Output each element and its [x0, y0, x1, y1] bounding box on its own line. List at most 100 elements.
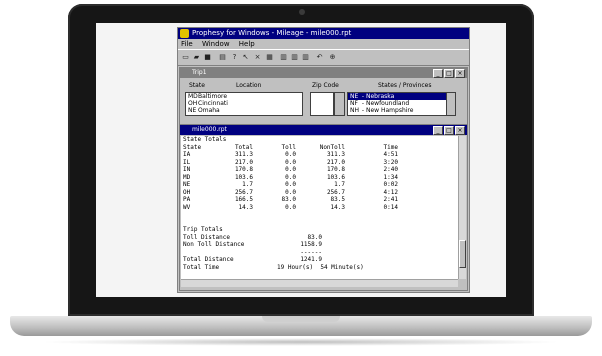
app-window: Prophesy for Windows - Mileage - mile000… — [177, 27, 470, 293]
col-total: Total — [234, 143, 253, 151]
cascade-icon[interactable]: ▥ — [290, 53, 299, 61]
table-row: IL 217.0 0.0 217.0 3:20 — [181, 159, 458, 167]
cell-nontoll: 1.7 — [334, 181, 345, 188]
cell-time: 3:20 — [383, 158, 398, 166]
help-icon[interactable]: ? — [230, 53, 239, 61]
print-icon[interactable]: ▤ — [218, 53, 227, 61]
trip-titlebar[interactable]: Trip1 _ □ × — [180, 68, 467, 78]
separator: ------ — [300, 248, 322, 256]
stops-list[interactable]: MDBaltimore OHCincinnati NE Omaha — [185, 92, 303, 116]
report-titlebar[interactable]: mile000.rpt _ □ × — [180, 125, 467, 135]
menu-window[interactable]: Window — [202, 40, 230, 48]
col-state: State — [183, 143, 202, 151]
menu-bar: File Window Help — [178, 39, 469, 49]
report-window: mile000.rpt _ □ × State Totals State Tot… — [179, 124, 468, 291]
arrange-icon[interactable]: ▥ — [301, 53, 310, 61]
save-icon[interactable]: ■ — [203, 53, 212, 61]
cell-state: IA — [183, 151, 191, 158]
report-close-button[interactable]: × — [455, 126, 465, 135]
table-row: MD 103.6 0.0 103.6 1:34 — [181, 174, 458, 182]
cell-total: 103.6 — [234, 173, 253, 181]
stop-location: Baltimore — [198, 93, 228, 100]
table-row: IN 170.8 0.0 170.8 2:40 — [181, 166, 458, 174]
zip-list[interactable] — [310, 92, 334, 116]
total-distance-value: 1241.9 — [300, 256, 322, 263]
laptop-base-notch — [262, 316, 340, 322]
menu-help[interactable]: Help — [239, 40, 255, 48]
trip-close-button[interactable]: × — [455, 69, 465, 78]
cell-total: 256.7 — [234, 188, 253, 196]
stop-location: Cincinnati — [198, 100, 228, 107]
laptop-shadow — [40, 338, 562, 346]
report-vertical-scrollbar[interactable] — [458, 136, 466, 279]
header-states-provinces: States / Provinces — [378, 82, 432, 89]
trip-maximize-button[interactable]: □ — [444, 69, 454, 78]
new-icon[interactable]: ▭ — [181, 53, 190, 61]
report-title: mile000.rpt — [192, 126, 227, 133]
tile-icon[interactable]: ▥ — [279, 53, 288, 61]
report-maximize-button[interactable]: □ — [444, 126, 454, 135]
cell-total: 217.0 — [234, 158, 253, 166]
close-icon[interactable]: × — [253, 53, 262, 61]
table-row: PA 166.5 83.0 83.5 2:41 — [181, 196, 458, 204]
grid-icon[interactable]: ▦ — [265, 53, 274, 61]
header-zip: Zip Code — [312, 82, 339, 89]
cell-state: IL — [183, 158, 191, 166]
menu-file[interactable]: File — [181, 40, 193, 48]
app-title: Prophesy for Windows - Mileage - mile000… — [192, 29, 352, 37]
cell-time: 4:12 — [383, 188, 398, 196]
trip-window: Trip1 _ □ × State Location Zip Code Stat… — [179, 67, 468, 126]
cell-time: 4:51 — [383, 151, 398, 158]
list-item[interactable]: NE Omaha — [186, 107, 302, 114]
trip-minimize-button[interactable]: _ — [433, 69, 443, 78]
cell-total: 166.5 — [234, 196, 253, 203]
route-icon[interactable]: ↶ — [315, 53, 324, 61]
cell-state: PA — [183, 196, 191, 203]
list-item[interactable]: MDBaltimore — [186, 93, 302, 100]
column-headers: State Total Toll NonToll Time — [181, 144, 458, 152]
cell-total: 170.8 — [234, 166, 253, 173]
toolbar: ▭ ▰ ■ ▤ ? ↖ × ▦ ▥ ▥ ▥ ↶ ⊕ — [178, 49, 469, 66]
col-time: Time — [383, 143, 398, 151]
col-nontoll: NonToll — [319, 143, 345, 151]
laptop-screen: Prophesy for Windows - Mileage - mile000… — [96, 23, 506, 297]
header-location: Location — [236, 82, 262, 89]
scroll-thumb[interactable] — [459, 240, 466, 268]
webcam-icon — [299, 9, 305, 15]
province-name: Newfoundland — [365, 100, 410, 107]
cell-time: 0:02 — [383, 181, 398, 188]
cell-time: 0:14 — [383, 203, 398, 211]
trip-title: Trip1 — [192, 69, 207, 76]
open-icon[interactable]: ▰ — [192, 53, 201, 61]
report-horizontal-scrollbar[interactable] — [181, 279, 458, 287]
total-distance-label: Total Distance — [183, 256, 234, 263]
stop-location: Omaha — [198, 107, 220, 114]
province-name: New Hampshire — [365, 107, 414, 114]
zip-scrollbar[interactable] — [334, 92, 345, 116]
provinces-list[interactable]: NE - Nebraska NF - Newfoundland NH - New… — [347, 92, 447, 116]
list-item[interactable]: NE - Nebraska — [348, 93, 446, 100]
pointer-help-icon[interactable]: ↖ — [241, 53, 250, 61]
cell-state: NE — [183, 181, 191, 188]
cell-toll: 0.0 — [285, 158, 296, 166]
report-minimize-button[interactable]: _ — [433, 126, 443, 135]
col-toll: Toll — [281, 143, 296, 151]
cell-toll: 83.0 — [281, 196, 296, 203]
cell-time: 2:40 — [383, 166, 398, 173]
cell-total: 311.3 — [234, 151, 253, 158]
provinces-scrollbar[interactable] — [446, 92, 456, 116]
stop-state: OH — [188, 100, 198, 107]
list-item[interactable]: OHCincinnati — [186, 100, 302, 107]
map-icon[interactable]: ⊕ — [328, 53, 337, 61]
cell-total: 14.3 — [238, 203, 253, 211]
list-item[interactable]: NF - Newfoundland — [348, 100, 446, 107]
cell-nontoll: 83.5 — [330, 196, 345, 203]
total-time-value: 19 Hour(s) 54 Minute(s) — [277, 263, 364, 271]
total-time-label: Total Time — [183, 263, 220, 271]
report-text[interactable]: State Totals State Total Toll NonToll Ti… — [181, 136, 458, 279]
table-row: WV 14.3 0.0 14.3 0:14 — [181, 204, 458, 212]
list-item[interactable]: NH - New Hampshire — [348, 107, 446, 114]
app-titlebar[interactable]: Prophesy for Windows - Mileage - mile000… — [178, 28, 469, 39]
stop-state: MD — [188, 93, 198, 100]
cell-total: 1.7 — [242, 181, 253, 188]
